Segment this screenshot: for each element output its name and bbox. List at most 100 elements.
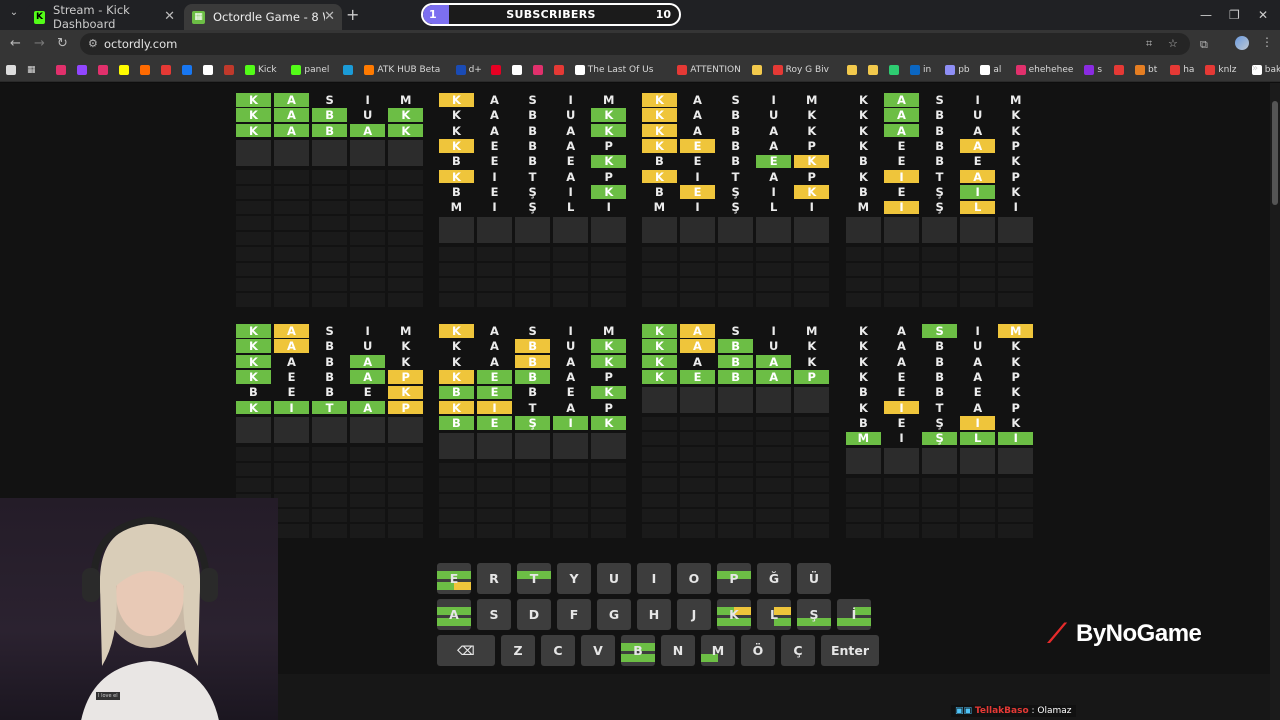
bookmark-item[interactable] <box>868 62 881 78</box>
close-tab-icon[interactable]: ✕ <box>324 9 335 24</box>
url-text[interactable]: octordly.com <box>104 37 177 51</box>
bookmark-item[interactable]: bt <box>1135 62 1157 78</box>
key-j[interactable]: J <box>677 599 711 630</box>
window-close-icon[interactable]: ✕ <box>1258 8 1268 22</box>
enter-key[interactable]: Enter <box>821 635 879 666</box>
back-icon[interactable]: ← <box>10 36 21 51</box>
reload-icon[interactable]: ↻ <box>57 36 68 51</box>
bookmark-item[interactable]: in <box>910 62 931 78</box>
key-p[interactable]: P <box>717 563 751 594</box>
bookmark-item[interactable] <box>847 62 860 78</box>
key-u[interactable]: U <box>597 563 631 594</box>
bookmark-item[interactable]: ha <box>1170 62 1194 78</box>
key-i[interactable]: I <box>637 563 671 594</box>
bookmark-favicon-icon <box>203 65 213 75</box>
site-info-icon[interactable]: ⚙ <box>88 37 98 50</box>
omnibox[interactable]: ⚙ octordly.com ⌗ ☆ <box>80 33 1190 55</box>
key-ğ[interactable]: Ğ <box>757 563 791 594</box>
backspace-key[interactable]: ⌫ <box>437 635 495 666</box>
browser-menu-icon[interactable]: ⋮ <box>1261 35 1273 49</box>
key-m[interactable]: M <box>701 635 735 666</box>
bookmark-item[interactable] <box>553 62 567 78</box>
bookmark-label: s <box>1097 65 1103 75</box>
forward-icon[interactable]: → <box>34 36 45 51</box>
key-z[interactable]: Z <box>501 635 535 666</box>
key-ü[interactable]: Ü <box>797 563 831 594</box>
bookmark-item[interactable] <box>490 62 504 78</box>
key-h[interactable]: H <box>637 599 671 630</box>
bookmark-item[interactable] <box>224 62 237 78</box>
key-ç[interactable]: Ç <box>781 635 815 666</box>
new-tab-icon[interactable]: + <box>346 5 359 24</box>
empty-tile <box>236 185 271 200</box>
bookmark-item[interactable]: knlz <box>1205 62 1237 78</box>
bookmark-item[interactable] <box>511 62 525 78</box>
apps-grid-icon[interactable]: ▦ <box>27 62 36 78</box>
key-e[interactable]: E <box>437 563 471 594</box>
key-l[interactable]: L <box>757 599 791 630</box>
key-t[interactable]: T <box>517 563 551 594</box>
key-ö[interactable]: Ö <box>741 635 775 666</box>
translate-icon[interactable]: ⌗ <box>1146 37 1152 51</box>
bookmark-item[interactable]: d+ <box>455 62 482 78</box>
subscribers-goal: 10 <box>655 8 671 21</box>
key-f[interactable]: F <box>557 599 591 630</box>
bookmark-favicon-icon <box>245 65 255 75</box>
key-k[interactable]: K <box>717 599 751 630</box>
extensions-icon[interactable]: ⧉ <box>1200 38 1208 52</box>
tab-octordle[interactable]: ▦ Octordle Game - 8 Words Word ✕ <box>184 4 342 30</box>
bookmark-item[interactable]: pb <box>945 62 970 78</box>
restore-icon[interactable]: ❐ <box>1229 8 1240 22</box>
key-g[interactable]: G <box>597 599 631 630</box>
key-b[interactable]: B <box>621 635 655 666</box>
bookmark-item[interactable] <box>140 62 153 78</box>
letter-tile: A <box>769 123 779 138</box>
bookmark-item[interactable] <box>98 62 111 78</box>
bookmark-item[interactable] <box>532 62 546 78</box>
page-scrollbar[interactable] <box>1270 83 1280 720</box>
bookmark-item[interactable] <box>1114 62 1127 78</box>
bookmark-star-icon[interactable]: ☆ <box>1168 37 1178 50</box>
bookmark-item[interactable]: ATTENTION <box>677 62 741 78</box>
key-d[interactable]: D <box>517 599 551 630</box>
bookmark-item[interactable]: al <box>980 62 1001 78</box>
bookmark-item[interactable]: Kick <box>245 62 277 78</box>
key-s[interactable]: S <box>477 599 511 630</box>
bookmark-favicon-icon <box>1170 65 1181 75</box>
key-a[interactable]: A <box>437 599 471 630</box>
key-label: Ğ <box>768 571 780 586</box>
key-n[interactable]: N <box>661 635 695 666</box>
bookmark-item[interactable] <box>119 62 132 78</box>
bookmark-item[interactable] <box>56 62 69 78</box>
minimize-icon[interactable]: — <box>1200 8 1212 22</box>
key-i̇[interactable]: İ <box>837 599 871 630</box>
key-c[interactable]: C <box>541 635 575 666</box>
bookmark-item[interactable]: ehehehee <box>1015 62 1073 78</box>
close-tab-icon[interactable]: ✕ <box>164 9 175 24</box>
bookmark-item[interactable]: s <box>1084 62 1102 78</box>
tab-kick-dashboard[interactable]: K Stream - Kick Dashboard ✕ <box>26 3 182 31</box>
bookmark-item[interactable] <box>77 62 90 78</box>
bookmark-item[interactable] <box>343 62 356 78</box>
bookmark-item[interactable] <box>889 62 902 78</box>
key-ş[interactable]: Ş <box>797 599 831 630</box>
bookmark-item[interactable] <box>751 62 765 78</box>
bookmark-item[interactable] <box>182 62 195 78</box>
key-v[interactable]: V <box>581 635 615 666</box>
scroll-thumb[interactable] <box>1272 101 1278 205</box>
guess-row: KABAK <box>846 123 1036 138</box>
key-o[interactable]: O <box>677 563 711 594</box>
key-y[interactable]: Y <box>557 563 591 594</box>
bookmark-item[interactable]: Roy G Biv <box>772 62 829 78</box>
bookmark-item[interactable]: ATK HUB Beta <box>364 62 440 78</box>
guess-row: BEBEK <box>439 385 629 400</box>
bookmark-item[interactable]: The Last Of Us <box>574 62 653 78</box>
profile-avatar[interactable] <box>1235 36 1249 50</box>
tab-search-chevron-icon[interactable]: ⌄ <box>6 7 22 23</box>
bookmark-item[interactable] <box>203 62 216 78</box>
bookmark-item[interactable]: panel <box>291 62 329 78</box>
key-r[interactable]: R <box>477 563 511 594</box>
more-bookmarks-icon[interactable]: » <box>1252 63 1258 74</box>
bookmark-item[interactable] <box>161 62 174 78</box>
sidebar-toggle-icon[interactable] <box>6 62 19 78</box>
